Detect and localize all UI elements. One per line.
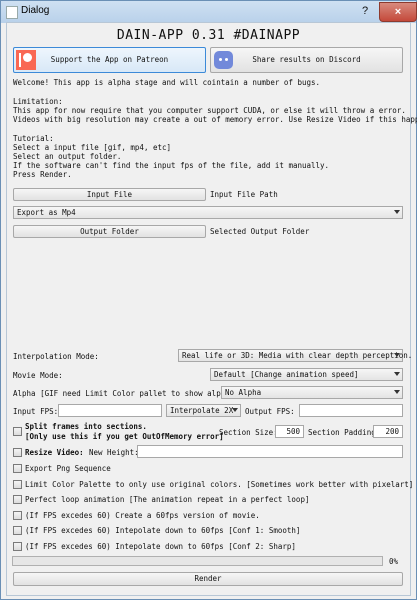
new-height-field[interactable] [137,445,403,458]
info-line: Videos with big resolution may create a … [13,115,417,124]
export-format-value: Export as Mp4 [17,208,76,217]
render-progress-bar [12,556,383,566]
info-line: Select an output folder. [13,152,122,161]
input-fps-field[interactable] [58,404,162,417]
patreon-icon [16,50,36,70]
info-line: Tutorial: [13,134,54,143]
option-label: (If FPS excedes 60) Intepolate down to 6… [25,526,301,535]
info-line: This app for now require that you comput… [13,106,406,115]
alpha-label: Alpha [GIF need Limit Color pallet to sh… [13,389,239,398]
render-progress-label: 0% [389,557,399,566]
close-button[interactable]: × [379,2,417,22]
input-file-button[interactable]: Input File [13,188,206,201]
app-title: DAIN-APP 0.31 #DAINAPP [116,28,301,43]
input-file-path: Input File Path [210,190,278,199]
option-checkbox-60fps-version[interactable] [13,511,22,520]
window-icon [6,6,18,19]
interpolation-mode-value: Real life or 3D: Media with clear depth … [182,351,413,360]
section-padding-field[interactable]: 200 [373,425,403,438]
patreon-button-label: Support the App on Patreon [50,55,169,64]
new-height-label: New Height: [89,448,139,457]
help-button[interactable]: ? [353,3,377,20]
output-fps-label: Output FPS: [245,407,295,416]
patreon-button[interactable]: Support the App on Patreon [13,47,206,73]
output-folder-path: Selected Output Folder [210,227,310,236]
interpolation-mode-select[interactable]: Real life or 3D: Media with clear depth … [178,349,412,362]
title-bar: Dialog ? × [1,1,417,23]
output-fps-field[interactable] [299,404,403,417]
split-frames-checkbox[interactable] [13,427,22,436]
interpolate-factor-value: Interpolate 2X [170,406,234,415]
movie-mode-select[interactable]: Default [Change animation speed] [210,368,403,381]
split-frames-label: Split frames into sections. [25,422,147,431]
info-line: If the software can't find the input fps… [13,161,330,170]
split-frames-note: [Only use this if you get OutOfMemory er… [25,432,224,441]
window-title: Dialog [21,5,50,16]
option-label: Perfect loop animation [The animation re… [25,495,310,504]
option-checkbox-60fps-smooth[interactable] [13,526,22,535]
option-label: (If FPS excedes 60) Intepolate down to 6… [25,542,296,551]
option-checkbox-export-png[interactable] [13,464,22,473]
chevron-down-icon [394,210,400,214]
info-line: Press Render. [13,170,72,179]
option-label: Export Png Sequence [25,464,111,473]
interpolate-factor-select[interactable]: Interpolate 2X [166,404,241,417]
input-fps-label: Input FPS: [13,407,59,416]
option-checkbox-limit-color[interactable] [13,480,22,489]
section-size-label: Section Size: [219,428,278,437]
info-line: Welcome! This app is alpha stage and wil… [13,78,321,87]
discord-icon [214,51,233,69]
option-checkbox-perfect-loop[interactable] [13,495,22,504]
info-line: Select a input file [gif, mp4, etc] [13,143,172,152]
section-size-field[interactable]: 500 [275,425,304,438]
chevron-down-icon [394,390,400,394]
section-padding-label: Section Padding: [308,428,381,437]
resize-video-checkbox[interactable] [13,448,22,457]
resize-video-label: Resize Video: [25,448,84,457]
output-folder-button[interactable]: Output Folder [13,225,206,238]
option-label: Limit Color Palette to only use original… [25,480,414,489]
movie-mode-value: Default [Change animation speed] [214,370,359,379]
chevron-down-icon [394,372,400,376]
render-button[interactable]: Render [13,572,403,586]
interpolation-mode-label: Interpolation Mode: [13,352,99,361]
movie-mode-label: Movie Mode: [13,371,63,380]
alpha-select[interactable]: No Alpha [221,386,403,399]
info-line: Limitation: [13,97,63,106]
export-format-select[interactable]: Export as Mp4 [13,206,403,219]
chevron-down-icon [394,353,400,357]
alpha-value: No Alpha [225,388,262,397]
option-checkbox-60fps-sharp[interactable] [13,542,22,551]
discord-button[interactable]: Share results on Discord [210,47,403,73]
option-label: (If FPS excedes 60) Create a 60fps versi… [25,511,260,520]
discord-button-label: Share results on Discord [252,55,361,64]
chevron-down-icon [232,408,238,412]
